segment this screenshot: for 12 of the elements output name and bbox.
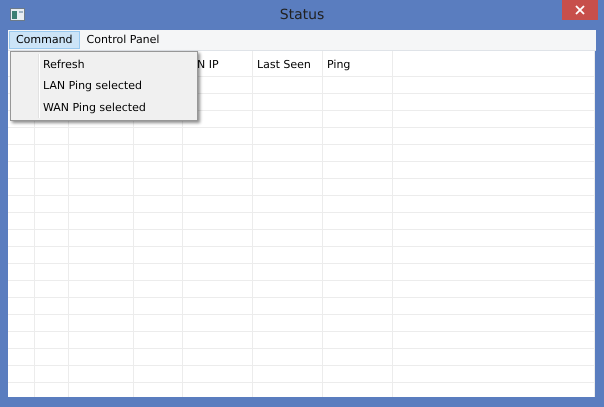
column-header[interactable]: N IP — [197, 58, 219, 70]
menu-item[interactable]: WAN Ping selected — [13, 96, 195, 118]
menu-item[interactable]: Control Panel — [80, 31, 166, 49]
close-icon — [575, 5, 585, 15]
app-icon — [10, 8, 25, 21]
column-header[interactable]: Ping — [327, 58, 350, 70]
column-header[interactable]: Last Seen — [257, 58, 311, 70]
menu-item[interactable]: Command — [9, 31, 80, 49]
window-title: Status — [278, 7, 326, 23]
menu-item[interactable]: LAN Ping selected — [13, 75, 195, 97]
menu-item[interactable]: Refresh — [13, 54, 195, 76]
close-button[interactable] — [562, 0, 598, 20]
